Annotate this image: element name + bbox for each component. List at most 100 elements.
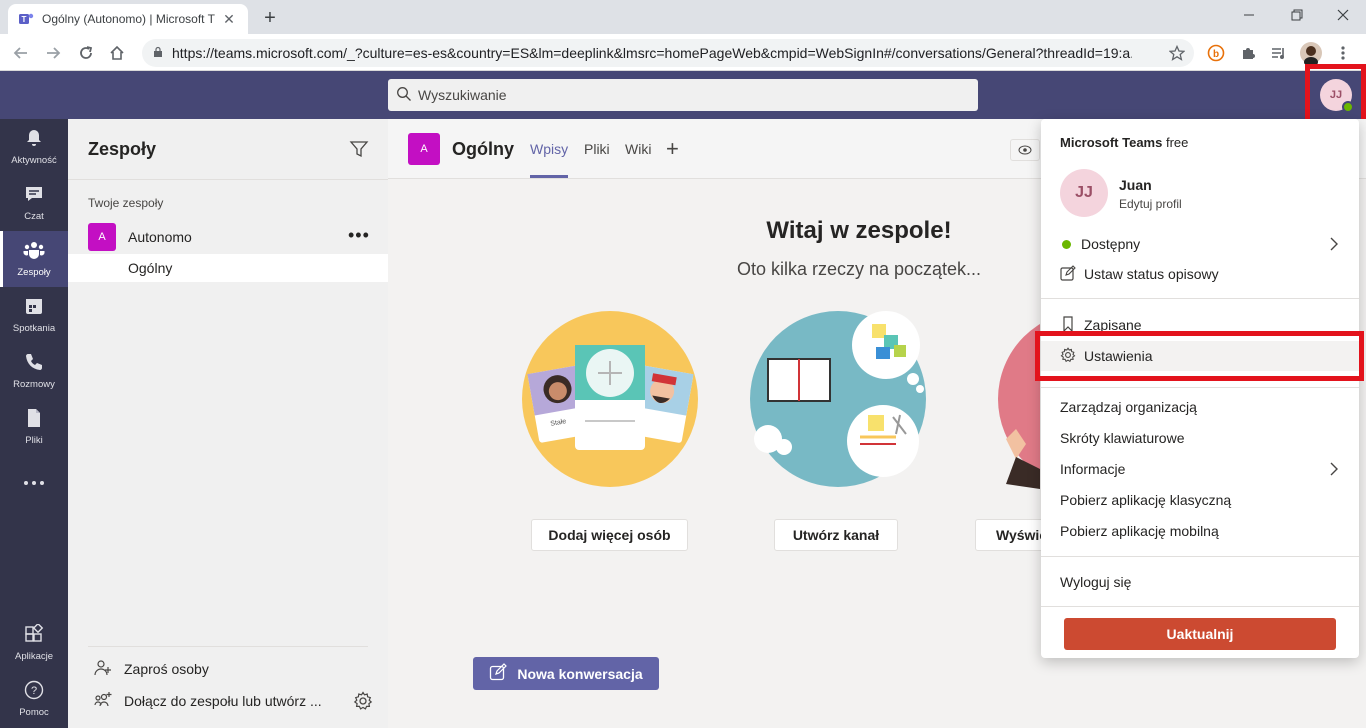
bookmark-star-icon[interactable] bbox=[1166, 42, 1188, 64]
tab-files[interactable]: Pliki bbox=[584, 141, 610, 157]
rail-label: Rozmowy bbox=[13, 379, 55, 390]
edit-profile-link[interactable]: Edytuj profil bbox=[1119, 197, 1182, 211]
manage-teams-gear-icon[interactable] bbox=[353, 691, 373, 711]
svg-text:?: ? bbox=[31, 685, 37, 697]
teams-favicon-icon: T bbox=[18, 11, 34, 27]
phone-icon bbox=[24, 352, 44, 375]
status-menu-item[interactable]: Dostępny bbox=[1041, 229, 1359, 259]
section-label: Twoje zespoły bbox=[88, 196, 164, 210]
rail-item-files[interactable]: Pliki bbox=[0, 399, 68, 455]
menu-avatar[interactable]: JJ bbox=[1060, 169, 1108, 217]
download-desktop-label: Pobierz aplikację klasyczną bbox=[1060, 492, 1232, 508]
tab-wiki[interactable]: Wiki bbox=[625, 141, 651, 157]
status-label: Dostępny bbox=[1081, 236, 1141, 252]
manage-org-label: Zarządzaj organizacją bbox=[1060, 399, 1197, 415]
search-placeholder: Wyszukiwanie bbox=[418, 87, 507, 103]
channel-item-general[interactable]: Ogólny bbox=[68, 254, 388, 282]
browser-tab[interactable]: T Ogólny (Autonomo) | Microsoft T ✕ bbox=[8, 4, 248, 34]
svg-text:T: T bbox=[22, 15, 27, 24]
brand-plan: free bbox=[1162, 135, 1189, 150]
new-conversation-button[interactable]: Nowa konwersacja bbox=[473, 657, 659, 690]
eye-icon[interactable] bbox=[1010, 139, 1040, 161]
rail-label: Aplikacje bbox=[14, 651, 54, 662]
profile-menu: Microsoft Teams free JJ Juan Edytuj prof… bbox=[1041, 119, 1359, 658]
more-apps-illustration bbox=[996, 309, 1174, 494]
reload-icon[interactable] bbox=[73, 40, 99, 66]
help-icon: ? bbox=[24, 680, 44, 703]
bell-icon bbox=[24, 128, 44, 151]
close-window-icon[interactable] bbox=[1320, 0, 1366, 30]
new-conversation-label: Nowa konwersacja bbox=[517, 665, 643, 682]
browser-menu-icon[interactable] bbox=[1332, 42, 1354, 64]
upgrade-button[interactable]: Uaktualnij bbox=[1064, 618, 1336, 650]
invite-people-icon bbox=[94, 659, 112, 680]
about-menu-item[interactable]: Informacje bbox=[1041, 454, 1359, 484]
create-channel-button[interactable]: Utwórz kanał bbox=[774, 519, 898, 551]
rail-item-meetings[interactable]: Spotkania bbox=[0, 287, 68, 343]
teams-icon bbox=[23, 240, 45, 263]
restore-window-icon[interactable] bbox=[1274, 0, 1320, 30]
sign-out-menu-item[interactable]: Wyloguj się bbox=[1041, 567, 1359, 597]
new-tab-button[interactable]: + bbox=[258, 6, 282, 30]
team-item-autonomo[interactable]: A Autonomo ••• bbox=[68, 221, 388, 253]
divider bbox=[1041, 606, 1359, 607]
team-more-options-icon[interactable]: ••• bbox=[348, 225, 370, 246]
url-field[interactable]: https://teams.microsoft.com/_?culture=es… bbox=[142, 39, 1194, 67]
search-input[interactable]: Wyszukiwanie bbox=[388, 79, 978, 111]
rail-item-more[interactable] bbox=[0, 455, 68, 511]
svg-text:b: b bbox=[1213, 49, 1219, 60]
about-label: Informacje bbox=[1060, 461, 1126, 477]
download-mobile-menu-item[interactable]: Pobierz aplikację mobilną bbox=[1041, 516, 1359, 546]
highlight-box-settings bbox=[1035, 331, 1364, 381]
menu-brand: Microsoft Teams free bbox=[1060, 135, 1188, 150]
browser-profile-avatar[interactable] bbox=[1300, 42, 1322, 64]
add-people-illustration: Stałe bbox=[520, 309, 700, 494]
browser-tab-bar: T Ogólny (Autonomo) | Microsoft T ✕ + bbox=[0, 0, 1366, 34]
manage-org-menu-item[interactable]: Zarządzaj organizacją bbox=[1041, 392, 1359, 422]
team-name: Autonomo bbox=[128, 229, 192, 245]
rail-label: Aktywność bbox=[11, 155, 57, 166]
extension-b-icon[interactable]: b bbox=[1205, 42, 1227, 64]
view-faq-button[interactable]: Wyświe bbox=[975, 519, 1045, 551]
filter-icon[interactable] bbox=[349, 139, 371, 161]
rail-label: Zespoły bbox=[17, 267, 51, 278]
address-bar: https://teams.microsoft.com/_?culture=es… bbox=[0, 34, 1366, 71]
shortcuts-label: Skróty klawiaturowe bbox=[1060, 430, 1185, 446]
rail-label: Czat bbox=[24, 211, 44, 222]
add-more-people-button[interactable]: Dodaj więcej osób bbox=[531, 519, 688, 551]
media-playlist-icon[interactable] bbox=[1268, 42, 1290, 64]
download-desktop-menu-item[interactable]: Pobierz aplikację klasyczną bbox=[1041, 485, 1359, 515]
tab-posts[interactable]: Wpisy bbox=[530, 141, 568, 157]
teams-header: Wyszukiwanie JJ bbox=[0, 71, 1366, 119]
rail-item-calls[interactable]: Rozmowy bbox=[0, 343, 68, 399]
rail-item-activity[interactable]: Aktywność bbox=[0, 119, 68, 175]
download-mobile-label: Pobierz aplikację mobilną bbox=[1060, 523, 1219, 539]
presence-available-icon bbox=[1062, 239, 1071, 249]
panel-title: Zespoły bbox=[88, 139, 157, 159]
add-tab-button[interactable]: + bbox=[666, 136, 679, 162]
rail-item-help[interactable]: ? Pomoc bbox=[0, 671, 68, 727]
back-arrow-icon[interactable] bbox=[8, 40, 34, 66]
minimize-window-icon[interactable] bbox=[1226, 0, 1272, 30]
rail-item-chat[interactable]: Czat bbox=[0, 175, 68, 231]
rail-item-teams[interactable]: Zespoły bbox=[0, 231, 68, 287]
teams-list-panel: Zespoły Twoje zespoły A Autonomo ••• Ogó… bbox=[68, 119, 388, 728]
browser-tab-title: Ogólny (Autonomo) | Microsoft T bbox=[42, 12, 215, 26]
close-tab-icon[interactable]: ✕ bbox=[220, 10, 238, 28]
keyboard-shortcuts-menu-item[interactable]: Skróty klawiaturowe bbox=[1041, 423, 1359, 453]
more-icon bbox=[23, 478, 45, 489]
divider bbox=[1041, 556, 1359, 557]
rail-item-apps[interactable]: Aplikacje bbox=[0, 615, 68, 671]
invite-people-link[interactable]: Zaproś osoby bbox=[94, 658, 209, 680]
divider bbox=[1041, 298, 1359, 299]
puzzle-extensions-icon[interactable] bbox=[1237, 42, 1259, 64]
user-name: Juan bbox=[1119, 177, 1152, 193]
url-text: https://teams.microsoft.com/_?culture=es… bbox=[172, 45, 1132, 61]
forward-arrow-icon[interactable] bbox=[40, 40, 66, 66]
join-create-team-link[interactable]: Dołącz do zespołu lub utwórz ... bbox=[94, 690, 322, 712]
set-status-message-item[interactable]: Ustaw status opisowy bbox=[1041, 259, 1359, 289]
home-icon[interactable] bbox=[104, 40, 130, 66]
join-create-team-label: Dołącz do zespołu lub utwórz ... bbox=[124, 693, 322, 709]
join-team-icon bbox=[94, 691, 112, 712]
channel-team-avatar: A bbox=[408, 133, 440, 165]
